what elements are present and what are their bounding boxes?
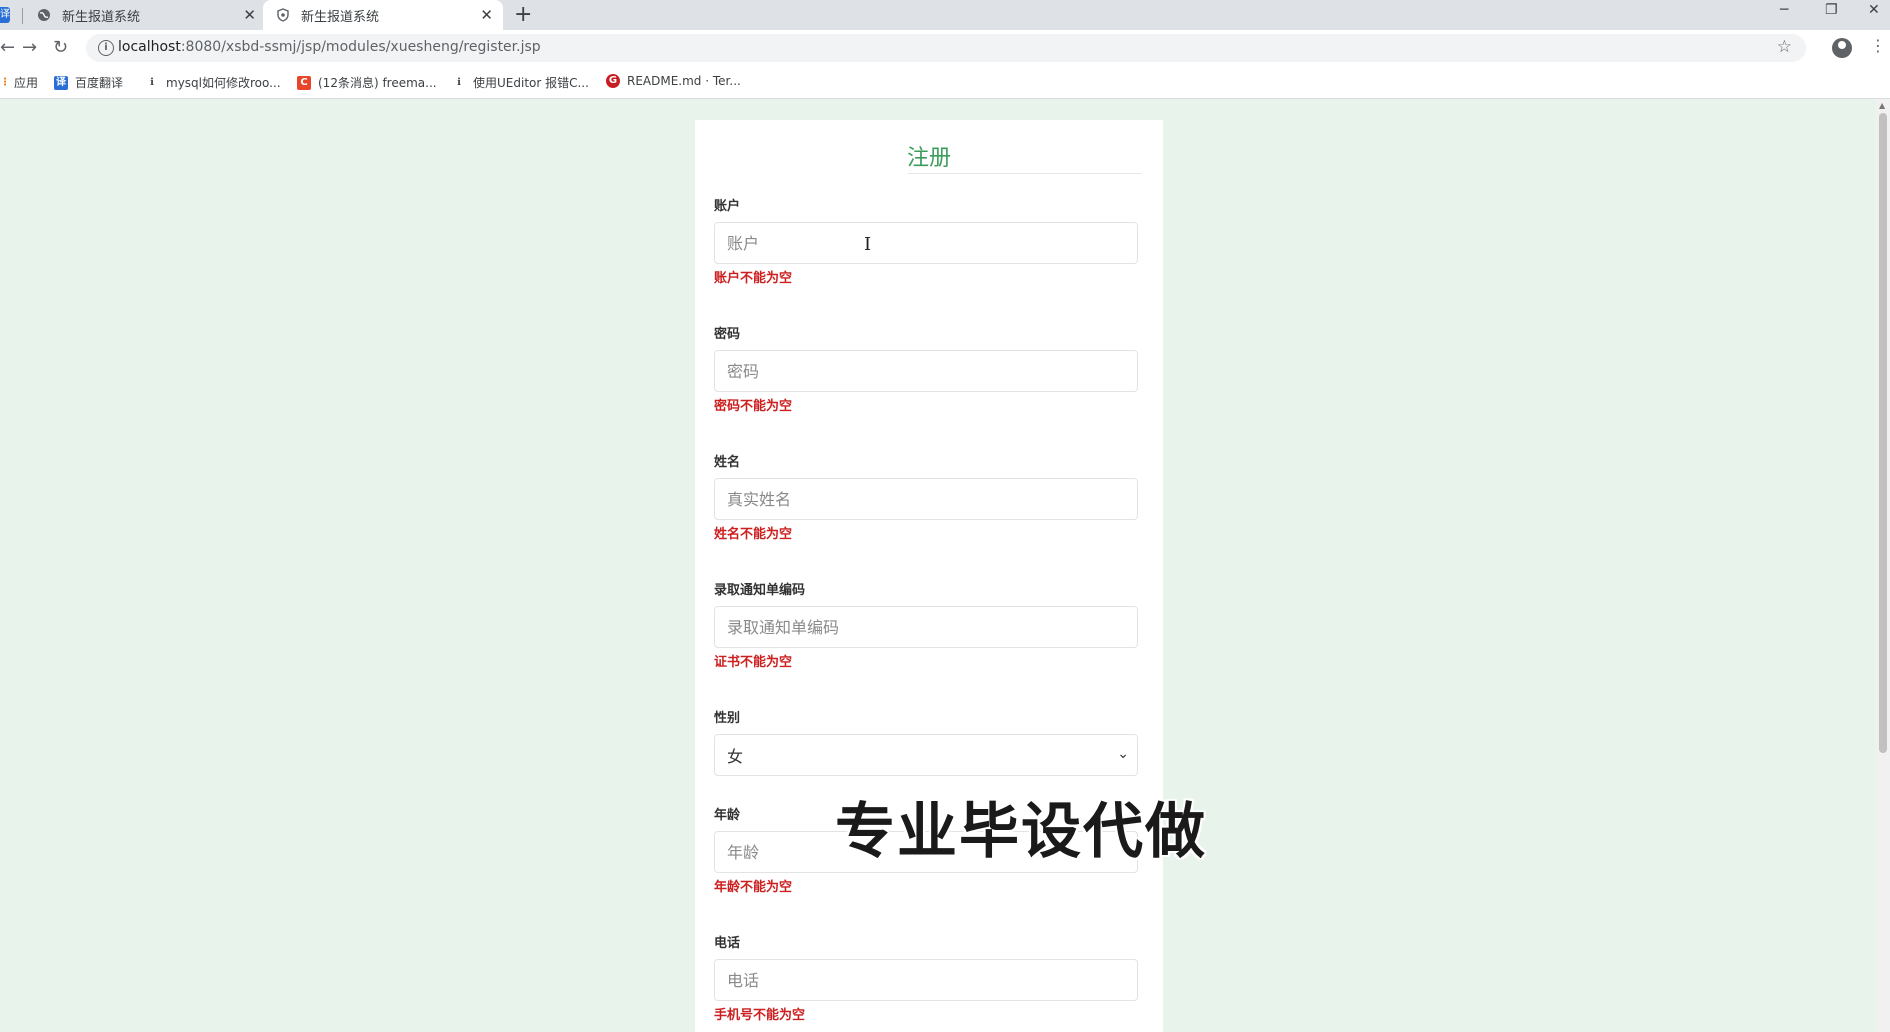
age-error: 年龄不能为空 [714, 880, 793, 895]
back-icon[interactable]: ← [0, 37, 15, 58]
bookmark-label: 应用 [14, 76, 39, 90]
menu-kebab-icon[interactable]: ⋮ [1870, 36, 1886, 55]
shield-icon [275, 7, 291, 23]
account-label: 账户 [714, 199, 741, 214]
phone-label: 电话 [714, 936, 741, 951]
reload-icon[interactable]: ↻ [53, 37, 68, 58]
scrollbar-thumb[interactable] [1879, 113, 1887, 753]
account-input[interactable] [714, 222, 1138, 264]
register-card: 注册 账户 账户不能为空 密码 密码不能为空 姓名 姓名不能为空 录取通知单编码… [695, 120, 1163, 1032]
account-error: 账户不能为空 [714, 271, 793, 286]
gitee-icon: G [606, 74, 620, 88]
name-label: 姓名 [714, 455, 741, 470]
bookmark-star-icon[interactable]: ☆ [1777, 37, 1792, 57]
translate-icon: 译 [0, 7, 10, 23]
bookmark-label: mysql如何修改roo... [166, 76, 281, 90]
page-scrollbar[interactable]: ▲ [1876, 99, 1890, 1032]
bookmarks-bar: ⋮ 应用 译 百度翻译 ℹ mysql如何修改roo... C (12条消息) … [0, 66, 1890, 99]
name-error: 姓名不能为空 [714, 527, 793, 542]
browser-toolbar: ← → ↻ i localhost:8080/xsbd-ssmj/jsp/mod… [0, 30, 1890, 66]
bookmark-ueditor[interactable]: ℹ 使用UEditor 报错C... [452, 74, 589, 91]
page-title: 注册 [906, 146, 951, 171]
scroll-up-icon[interactable]: ▲ [1879, 101, 1885, 110]
globe-icon [36, 7, 52, 23]
text-cursor-icon: I [864, 234, 872, 255]
gender-label: 性别 [714, 711, 741, 726]
bookmark-readme[interactable]: G README.md · Ter... [606, 74, 741, 88]
close-tab-icon[interactable]: ✕ [480, 6, 493, 24]
tab-title: 新生报道系统 [301, 9, 380, 25]
tab-active[interactable]: 新生报道系统 ✕ [263, 0, 503, 30]
bookmark-label: README.md · Ter... [627, 74, 741, 88]
profile-avatar-icon[interactable] [1832, 38, 1852, 58]
bookmark-baidu-translate[interactable]: 译 百度翻译 [54, 74, 123, 91]
site-info-icon[interactable]: i [98, 40, 114, 56]
translate-icon: 译 [54, 75, 68, 90]
tab-inactive[interactable]: 新生报道系统 ✕ [24, 0, 264, 30]
tab-separator [22, 8, 23, 24]
title-divider [908, 173, 1141, 174]
admission-code-error: 证书不能为空 [714, 655, 793, 670]
bookmark-page-icon: ℹ [150, 76, 154, 88]
tab-title: 新生报道系统 [62, 9, 141, 25]
password-input[interactable] [714, 350, 1138, 392]
window-close-icon[interactable]: ✕ [1868, 2, 1880, 18]
age-label: 年龄 [714, 808, 741, 823]
csdn-icon: C [297, 75, 311, 90]
bookmark-csdn[interactable]: C (12条消息) freema... [297, 74, 437, 91]
bookmark-label: 使用UEditor 报错C... [473, 76, 589, 90]
phone-input[interactable] [714, 959, 1138, 1001]
bookmark-label: (12条消息) freema... [318, 76, 437, 90]
close-tab-icon[interactable]: ✕ [243, 6, 256, 24]
address-bar[interactable]: i localhost:8080/xsbd-ssmj/jsp/modules/x… [86, 34, 1806, 62]
gender-selected-value: 女 [727, 747, 744, 766]
bookmark-label: 百度翻译 [75, 76, 124, 90]
minimize-icon[interactable]: ─ [1780, 2, 1788, 18]
new-tab-icon[interactable]: + [514, 2, 532, 27]
apps-icon: ⋮ [0, 76, 10, 88]
watermark-overlay: 专业毕设代做 [835, 797, 1207, 867]
admission-code-label: 录取通知单编码 [714, 583, 806, 598]
bookmark-mysql[interactable]: ℹ mysql如何修改roo... [145, 74, 281, 91]
forward-icon[interactable]: → [22, 37, 37, 58]
bookmark-apps[interactable]: ⋮ 应用 [0, 74, 38, 91]
phone-error: 手机号不能为空 [714, 1008, 806, 1023]
gender-select[interactable]: 女 ⌄ [714, 734, 1138, 776]
password-label: 密码 [714, 327, 741, 342]
bookmark-page-icon: ℹ [457, 76, 461, 88]
password-error: 密码不能为空 [714, 399, 793, 414]
tab-strip: 译 新生报道系统 ✕ 新生报道系统 ✕ + ─ ❐ ✕ [0, 0, 1890, 30]
admission-code-input[interactable] [714, 606, 1138, 648]
real-name-input[interactable] [714, 478, 1138, 520]
chevron-down-icon: ⌄ [1117, 746, 1129, 762]
url-text: localhost:8080/xsbd-ssmj/jsp/modules/xue… [118, 39, 541, 55]
restore-icon[interactable]: ❐ [1825, 2, 1838, 18]
